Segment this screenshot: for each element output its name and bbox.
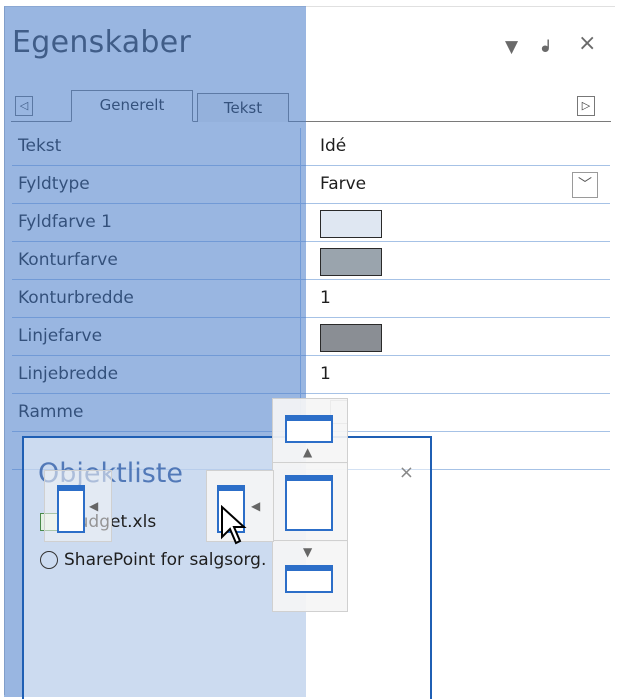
property-row[interactable]: Tekst Idé [12,128,610,166]
tab-generelt[interactable]: Generelt [71,90,193,122]
mouse-cursor-icon [221,505,247,545]
property-row[interactable]: Konturbredde 1 [12,280,610,318]
tab-scroll-left-icon[interactable]: ◁ [15,96,33,116]
arrow-left-icon: ◀ [89,499,99,513]
property-row[interactable]: Fyldtype Farve ﹀ [12,166,610,204]
property-name: Fyldfarve 1 [18,212,112,232]
color-swatch[interactable] [320,324,382,352]
arrow-left-icon: ◀ [251,499,261,513]
dock-target-bottom[interactable]: ▼ [272,540,348,612]
close-icon[interactable]: × [578,33,596,55]
tab-strip: ◁ Generelt Tekst ▷ [11,89,611,122]
color-swatch[interactable] [320,248,382,276]
dock-center-icon [285,475,333,531]
property-row[interactable]: Konturfarve [12,242,610,280]
property-row[interactable]: Fyldfarve 1 [12,204,610,242]
property-name: Tekst [18,136,62,156]
tab-label: Tekst [223,99,263,117]
property-row[interactable]: Linjefarve [12,318,610,356]
property-name: Konturfarve [18,250,118,270]
panel-title: Egenskaber [12,25,192,60]
tab-scroll-right-icon[interactable]: ▷ [577,96,595,116]
property-value[interactable]: 1 [320,356,331,393]
panel-menu-dropdown-icon[interactable]: ▼ [505,37,518,57]
list-item[interactable]: SharePoint for salgsorg. [40,550,266,570]
property-value-dropdown[interactable]: Farve [320,166,366,203]
list-item-label: SharePoint for salgsorg. [64,550,267,570]
property-name: Linjefarve [18,326,103,346]
dock-window-left-icon [57,485,85,533]
tab-tekst[interactable]: Tekst [197,93,289,122]
dock-target-top[interactable]: ▲ [272,398,348,464]
arrow-down-icon: ▼ [303,545,313,559]
chevron-down-icon[interactable]: ﹀ [572,172,598,198]
dock-bottom-icon [285,565,333,593]
property-value[interactable]: Idé [320,128,346,165]
tab-label: Generelt [99,96,165,114]
property-row[interactable]: Linjebredde 1 [12,356,610,394]
pin-icon[interactable]: ᖱ [541,37,550,57]
dock-target-center[interactable] [272,462,348,542]
sharepoint-globe-icon [40,551,58,569]
close-icon[interactable]: × [399,462,414,483]
dock-top-icon [285,415,333,443]
property-name: Ramme [18,402,84,422]
property-name: Linjebredde [18,364,119,384]
dock-target-window-left[interactable]: ◀ [44,470,112,542]
arrow-up-icon: ▲ [303,445,313,459]
property-name: Konturbredde [18,288,134,308]
property-value[interactable]: 1 [320,280,331,317]
color-swatch[interactable] [320,210,382,238]
property-name: Fyldtype [18,174,90,194]
